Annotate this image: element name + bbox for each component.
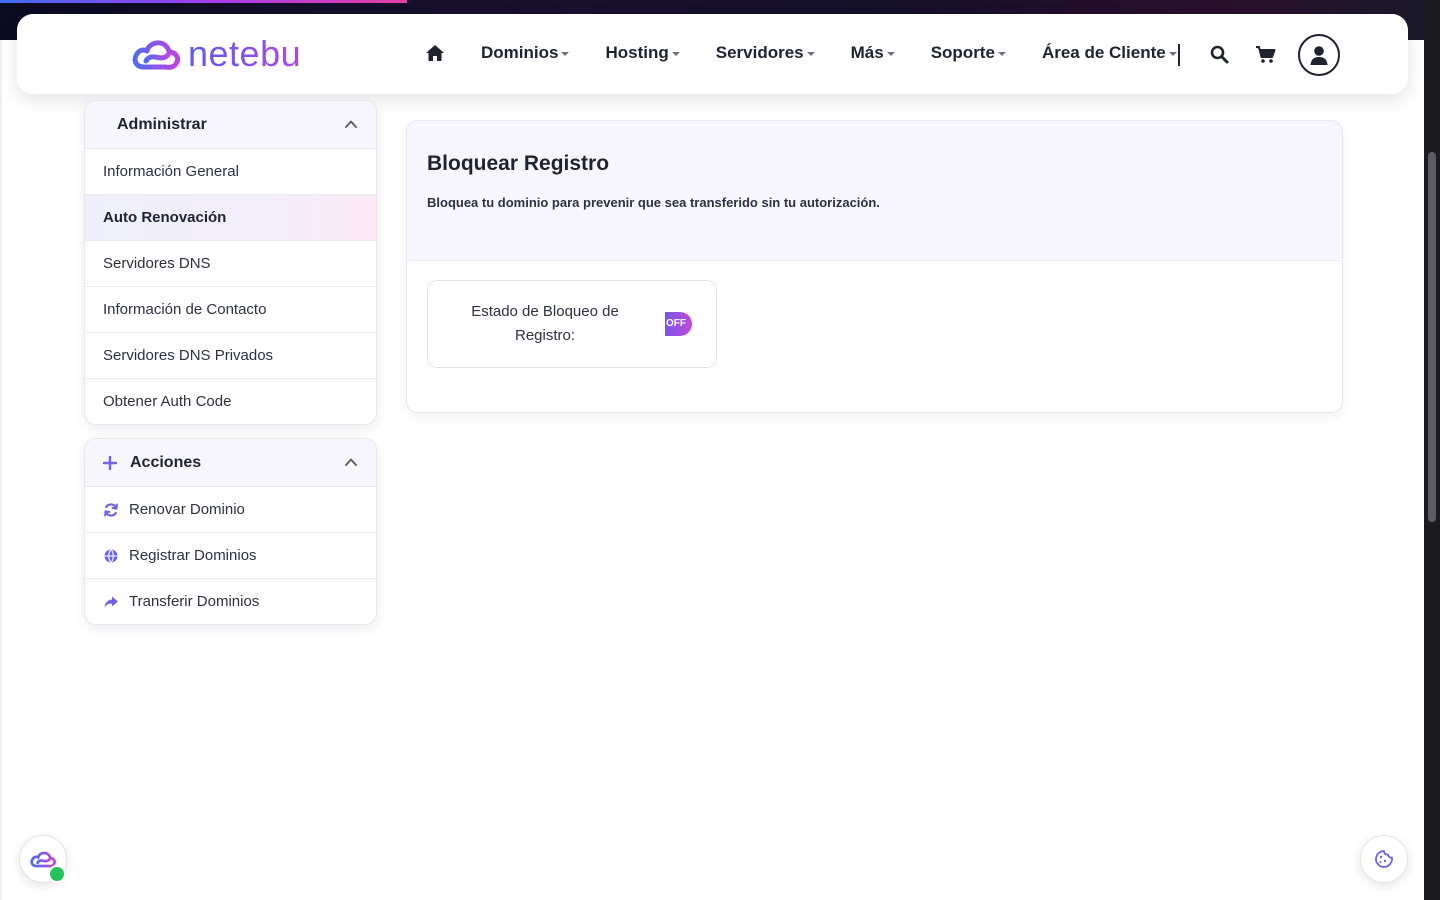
admin-panel-title: Administrar [117,115,207,133]
chevron-down-icon [997,52,1006,56]
page-subtitle: Bloquea tu dominio para prevenir que sea… [427,195,880,210]
page-edge [0,40,2,900]
nav-hosting[interactable]: Hosting [605,43,680,63]
nav-soporte[interactable]: Soporte [931,43,1006,63]
actions-panel-header[interactable]: Acciones [85,439,376,487]
page-title: Bloquear Registro [427,152,610,175]
nav-mas[interactable]: Más [851,43,895,63]
page-progress-bar [0,0,407,3]
sidebar-item-informacion-contacto[interactable]: Información de Contacto [85,287,376,333]
cloud-logo-icon [132,40,181,70]
nav-mas-label: Más [850,43,884,62]
sidebar-item-auto-renovacion[interactable]: Auto Renovación [85,195,376,241]
sidebar-item-label: Obtener Auth Code [103,393,232,410]
chevron-down-icon [806,52,815,56]
refresh-icon [103,502,119,518]
sidebar-item-label: Información General [103,163,239,180]
scrollbar-thumb[interactable] [1428,152,1436,522]
chevron-down-icon [1168,52,1177,56]
cart-icon[interactable] [1255,45,1276,65]
sidebar-item-auth-code[interactable]: Obtener Auth Code [85,379,376,424]
chevron-up-icon[interactable] [344,117,358,131]
card-header: Bloquear Registro Bloquea tu dominio par… [407,121,1342,261]
nav-hosting-label: Hosting [605,43,669,62]
chevron-down-icon [886,52,895,56]
nav-divider [1178,44,1180,66]
chevron-down-icon [561,52,570,56]
brand-logo[interactable]: netebu [130,36,301,72]
registrar-lock-card: Bloquear Registro Bloquea tu dominio par… [406,120,1343,413]
nav-dominios[interactable]: Dominios [481,43,570,63]
lock-status-box: Estado de Bloqueo de Registro: OFF [427,280,717,368]
cookie-settings-button[interactable] [1360,835,1408,883]
action-label: Transferir Dominios [129,593,260,610]
brand-name: netebu [188,33,302,74]
nav-dominios-label: Dominios [481,43,559,62]
home-icon[interactable] [425,42,447,64]
actions-panel: Acciones Renovar Dominio Registrar Domin… [84,438,377,625]
admin-panel-header[interactable]: Administrar [85,101,376,149]
user-icon[interactable] [1298,34,1340,76]
nav-area-cliente[interactable]: Área de Cliente [1042,43,1177,63]
admin-panel: Administrar Información General Auto Ren… [84,100,377,425]
scrollbar[interactable] [1424,0,1440,900]
plus-icon [103,455,117,470]
site-header: netebu Dominios Hosting Servidores Más S… [17,14,1408,94]
action-label: Registrar Dominios [129,547,257,564]
main-nav: Dominios Hosting Servidores Más Soporte … [425,42,1213,64]
nav-servidores[interactable]: Servidores [716,43,815,63]
sidebar-item-informacion-general[interactable]: Información General [85,149,376,195]
chevron-up-icon[interactable] [344,455,358,469]
nav-area-cliente-label: Área de Cliente [1041,43,1166,62]
chat-support-button[interactable] [19,835,67,883]
sidebar-item-servidores-dns[interactable]: Servidores DNS [85,241,376,287]
transfer-domains-link[interactable]: Transferir Dominios [85,579,376,624]
globe-icon [103,548,119,564]
toggle-state-text: OFF [666,318,686,329]
cookie-icon [1375,850,1393,868]
lock-status-label: Estado de Bloqueo de Registro: [471,303,619,344]
sidebar-item-label: Información de Contacto [103,301,267,318]
chevron-down-icon [671,52,680,56]
sidebar-item-dns-privados[interactable]: Servidores DNS Privados [85,333,376,379]
share-arrow-icon [103,594,119,610]
toggle-knob [653,312,665,336]
sidebar-item-label: Auto Renovación [103,209,227,226]
renew-domain-link[interactable]: Renovar Dominio [85,487,376,533]
nav-soporte-label: Soporte [930,43,995,62]
nav-servidores-label: Servidores [715,43,804,62]
actions-panel-title: Acciones [130,453,202,471]
sidebar-item-label: Servidores DNS Privados [103,347,274,364]
register-domains-link[interactable]: Registrar Dominios [85,533,376,579]
sidebar-item-label: Servidores DNS [103,255,211,272]
registrar-lock-toggle[interactable]: OFF [653,312,692,336]
search-icon[interactable] [1210,45,1230,65]
action-label: Renovar Dominio [129,501,245,518]
whatsapp-icon [48,865,66,883]
